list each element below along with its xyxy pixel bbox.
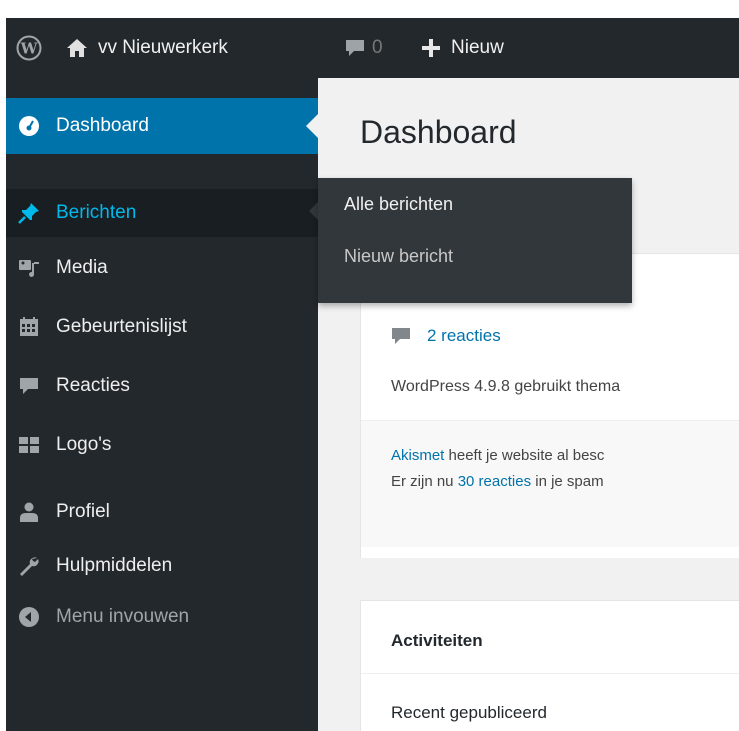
sidebar-item-label: Hulpmiddelen bbox=[56, 555, 173, 576]
akismet-link[interactable]: Akismet bbox=[391, 447, 444, 464]
spam-comments-link[interactable]: 30 reacties bbox=[458, 473, 531, 490]
collapse-menu-button[interactable]: Menu invouwen bbox=[6, 593, 318, 641]
divider bbox=[361, 673, 739, 674]
akismet-line-1-text: heeft je website al besc bbox=[444, 447, 605, 464]
calendar-icon bbox=[18, 316, 40, 338]
comments-link[interactable]: 0 bbox=[344, 18, 383, 78]
sidebar-item-label: Menu invouwen bbox=[56, 606, 190, 627]
sidebar-item-label: Profiel bbox=[56, 501, 110, 522]
akismet-notice: Akismet heeft je website al besc Er zijn… bbox=[361, 420, 739, 547]
comment-bubble-icon bbox=[18, 375, 40, 397]
sidebar-item-berichten[interactable]: Berichten bbox=[6, 189, 319, 237]
wrench-icon bbox=[18, 555, 40, 577]
submenu-item-nieuw-bericht[interactable]: Nieuw bericht bbox=[318, 240, 632, 280]
dashboard-gauge-icon bbox=[18, 115, 40, 137]
wordpress-version-text: WordPress 4.9.8 gebruikt thema bbox=[391, 378, 621, 395]
comment-bubble-icon bbox=[391, 326, 411, 346]
submenu-item-alle-berichten[interactable]: Alle berichten bbox=[318, 188, 632, 228]
sidebar-item-media[interactable]: Media bbox=[6, 244, 318, 292]
admin-bar: W vv Nieuwerkerk 0 Nieuw bbox=[6, 18, 739, 78]
sidebar-item-label: Berichten bbox=[56, 202, 137, 223]
new-content-button[interactable]: Nieuw bbox=[421, 18, 504, 78]
wp-admin-window: W vv Nieuwerkerk 0 Nieuw Dashboard Beric… bbox=[6, 18, 739, 731]
svg-text:W: W bbox=[20, 40, 39, 58]
sidebar-item-label: Reacties bbox=[56, 375, 130, 396]
plus-icon bbox=[421, 38, 441, 58]
comments-count: 0 bbox=[372, 37, 383, 58]
berichten-flyout-submenu: Alle berichten Nieuw bericht bbox=[318, 178, 632, 303]
media-icon bbox=[18, 257, 40, 279]
recent-published-heading: Recent gepubliceerd bbox=[391, 703, 547, 722]
comment-bubble-icon bbox=[344, 38, 366, 58]
grid-icon bbox=[18, 434, 40, 456]
page-title: Dashboard bbox=[360, 114, 517, 150]
site-name-link[interactable]: vv Nieuwerkerk bbox=[66, 18, 228, 78]
new-label: Nieuw bbox=[451, 37, 504, 58]
akismet-line-2-pre: Er zijn nu bbox=[391, 473, 458, 490]
admin-sidebar-menu: Dashboard Berichten Media Gebeurtenislij… bbox=[6, 78, 319, 731]
sidebar-item-hulpmiddelen[interactable]: Hulpmiddelen bbox=[6, 542, 318, 590]
comments-count-link[interactable]: 2 reacties bbox=[391, 326, 501, 346]
user-icon bbox=[18, 501, 40, 523]
sidebar-item-profiel[interactable]: Profiel bbox=[6, 488, 318, 536]
site-name: vv Nieuwerkerk bbox=[98, 37, 228, 58]
activity-widget-title[interactable]: Activiteiten bbox=[391, 631, 483, 651]
akismet-line-1: Akismet heeft je website al besc bbox=[391, 447, 604, 464]
comments-count-text: 2 reacties bbox=[427, 326, 501, 345]
collapse-arrow-icon bbox=[18, 606, 40, 628]
home-icon bbox=[66, 38, 88, 58]
akismet-line-2: Er zijn nu 30 reacties in je spam bbox=[391, 473, 604, 490]
sidebar-item-logos[interactable]: Logo's bbox=[6, 421, 318, 469]
pushpin-icon bbox=[18, 202, 40, 224]
main-content: Dashboard 2 reacties WordPress 4.9.8 geb… bbox=[318, 78, 739, 731]
sidebar-item-dashboard[interactable]: Dashboard bbox=[6, 98, 318, 154]
widget-gap bbox=[360, 558, 739, 600]
sidebar-item-gebeurtenislijst[interactable]: Gebeurtenislijst bbox=[6, 303, 318, 351]
sidebar-item-label: Media bbox=[56, 257, 108, 278]
sidebar-item-reacties[interactable]: Reacties bbox=[6, 362, 318, 410]
akismet-line-2-post: in je spam bbox=[531, 473, 604, 490]
wordpress-logo-icon: W bbox=[16, 35, 42, 61]
wordpress-logo-button[interactable]: W bbox=[16, 18, 52, 78]
current-page-pointer bbox=[306, 114, 318, 138]
sidebar-item-label: Dashboard bbox=[56, 115, 149, 136]
activity-widget: Activiteiten Recent gepubliceerd bbox=[360, 600, 739, 731]
sidebar-item-label: Logo's bbox=[56, 434, 112, 455]
sidebar-item-label: Gebeurtenislijst bbox=[56, 316, 187, 337]
